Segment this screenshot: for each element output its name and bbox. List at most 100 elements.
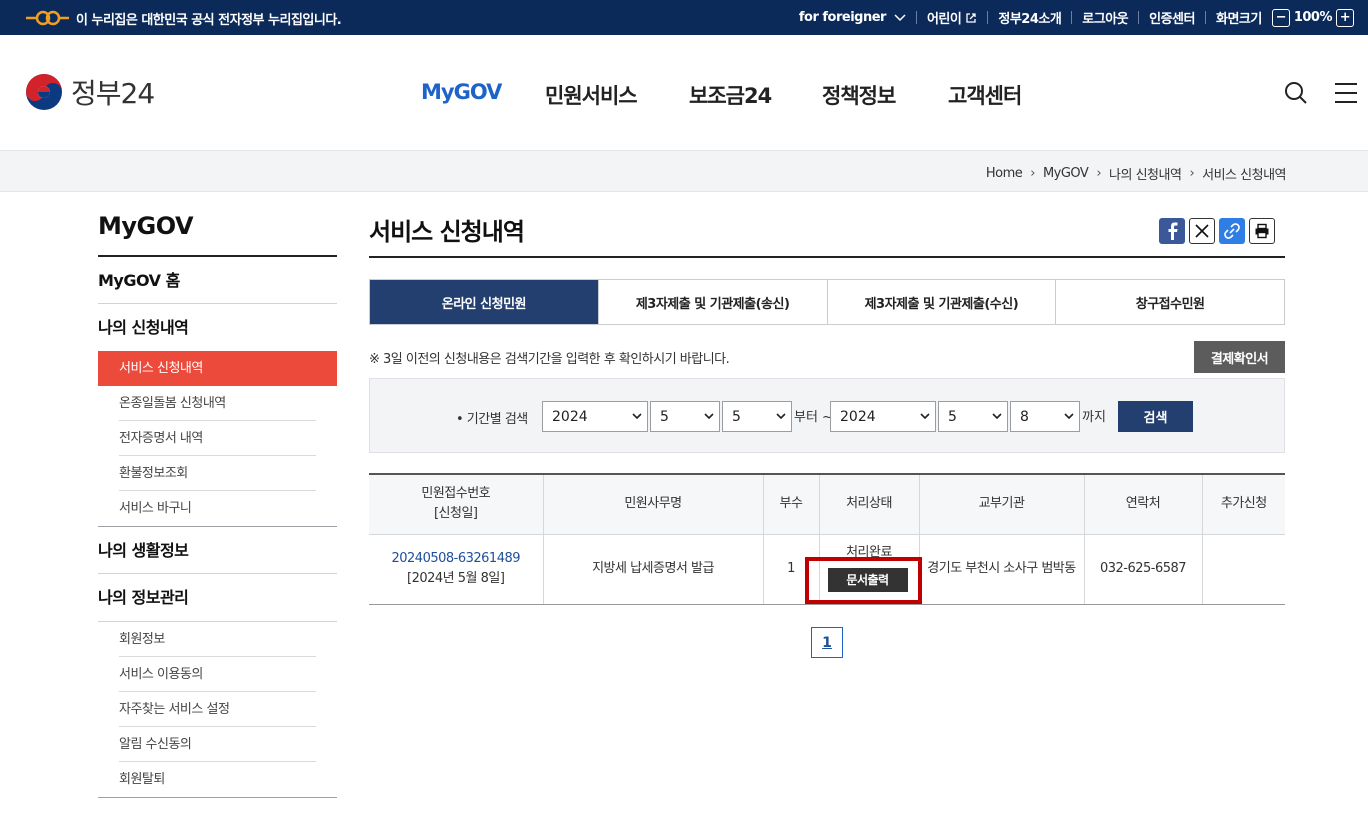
- chevron-down-icon: [776, 413, 786, 420]
- from-year-select[interactable]: 2024: [542, 401, 648, 432]
- search-button[interactable]: 검색: [1118, 401, 1193, 432]
- table-header-row: 민원접수번호 [신청일] 민원사무명 부수 처리상태 교부기관 연락처 추가신청: [369, 474, 1285, 535]
- nav-policy-info[interactable]: 정책정보: [822, 80, 896, 110]
- external-link-icon: [966, 12, 977, 23]
- chevron-down-icon: [894, 13, 906, 21]
- zoom-in-button[interactable]: +: [1336, 8, 1354, 27]
- crumb-service-applications[interactable]: 서비스 신청내역: [1202, 164, 1286, 183]
- site-header: 정부24 MyGOV 민원서비스 보조금24 정책정보 고객센터: [0, 35, 1368, 150]
- sidebar-item-notification-consent[interactable]: 알림 수신동의: [98, 727, 337, 762]
- from-day-value: 5: [732, 408, 741, 425]
- about-gov24-link[interactable]: 정부24소개: [988, 8, 1071, 27]
- application-date: [2024년 5월 8일]: [407, 571, 505, 586]
- sidebar-item-service-applications[interactable]: 서비스 신청내역: [98, 351, 337, 386]
- nav-customer-center[interactable]: 고객센터: [948, 80, 1022, 110]
- status-cell: 처리완료 문서출력: [804, 534, 922, 605]
- breadcrumb: Home › MyGOV › 나의 신청내역 › 서비스 신청내역: [986, 164, 1287, 183]
- col-extra: 추가신청: [1201, 474, 1285, 535]
- sidebar-item-service-consent[interactable]: 서비스 이용동의: [98, 657, 337, 692]
- to-month-select[interactable]: 5: [938, 401, 1008, 432]
- sidebar-group-life-info[interactable]: 나의 생활정보: [98, 527, 337, 574]
- search-icon[interactable]: [1283, 80, 1309, 106]
- sidebar-item-refund-info[interactable]: 환불정보조회: [98, 456, 337, 491]
- col-status: 처리상태: [818, 474, 919, 535]
- chevron-right-icon: ›: [1189, 166, 1195, 181]
- gov-notice: 이 누리집은 대한민국 공식 전자정부 누리집입니다.: [76, 13, 342, 28]
- share-buttons: [1159, 218, 1275, 244]
- period-search-label: • 기간별 검색: [456, 412, 528, 427]
- for-foreigner-label: for foreigner: [798, 10, 887, 25]
- nav-mygov[interactable]: MyGOV: [421, 80, 502, 104]
- period-search-box: • 기간별 검색 2024 5 5 부터 ~ 2024 5 8 까지 검색: [369, 378, 1285, 453]
- main-nav: MyGOV 민원서비스 보조금24 정책정보 고객센터: [0, 80, 1368, 110]
- nav-civil-services[interactable]: 민원서비스: [545, 80, 638, 110]
- crumb-home[interactable]: Home: [986, 166, 1023, 181]
- sidebar-group-info-management[interactable]: 나의 정보관리: [98, 574, 337, 621]
- col-contact: 연락처: [1083, 474, 1202, 535]
- sidebar-item-favorite-services[interactable]: 자주찾는 서비스 설정: [98, 692, 337, 727]
- sidebar: MyGOV MyGOV 홈 나의 신청내역 서비스 신청내역 온종일돌봄 신청내…: [98, 212, 337, 798]
- sidebar-item-allday-care[interactable]: 온종일돌봄 신청내역: [98, 386, 337, 421]
- sidebar-item-e-certificates[interactable]: 전자증명서 내역: [98, 421, 337, 456]
- logout-link[interactable]: 로그아웃: [1072, 8, 1138, 27]
- col-agency: 교부기관: [918, 474, 1084, 535]
- tab-counter-applications[interactable]: 창구접수민원: [1055, 280, 1284, 324]
- chevron-down-icon: [704, 413, 714, 420]
- facebook-icon[interactable]: [1159, 218, 1185, 244]
- from-text: 부터 ~: [794, 410, 833, 425]
- zoom-level: 100%: [1293, 10, 1333, 25]
- table-row: 20240508-63261489 [2024년 5월 8일] 지방세 납세증명…: [369, 534, 1285, 605]
- crumb-my-applications[interactable]: 나의 신청내역: [1109, 164, 1182, 183]
- col-service-name: 민원사무명: [542, 474, 763, 535]
- x-icon[interactable]: [1189, 218, 1215, 244]
- print-icon[interactable]: [1249, 218, 1275, 244]
- sidebar-item-member-info[interactable]: 회원정보: [98, 622, 337, 657]
- page-title-bar: 서비스 신청내역: [369, 212, 1285, 258]
- to-month-value: 5: [948, 408, 957, 425]
- service-name-cell: 지방세 납세증명서 발급: [542, 534, 763, 605]
- to-year-select[interactable]: 2024: [830, 401, 936, 432]
- kids-link[interactable]: 어린이: [917, 8, 987, 27]
- payment-confirmation-button[interactable]: 결제확인서: [1194, 341, 1285, 373]
- extra-cell: [1201, 534, 1285, 605]
- link-copy-icon[interactable]: [1219, 218, 1245, 244]
- page-1-button[interactable]: 1: [811, 627, 843, 658]
- to-year-value: 2024: [840, 408, 876, 425]
- sidebar-group-my-applications[interactable]: 나의 신청내역: [98, 304, 337, 351]
- receipt-cell: 20240508-63261489 [2024년 5월 8일]: [369, 534, 543, 605]
- status-text: 처리완료: [846, 544, 892, 557]
- sidebar-submenu-applications: 서비스 신청내역 온종일돌봄 신청내역 전자증명서 내역 환불정보조회 서비스 …: [98, 351, 337, 527]
- sidebar-item-service-basket[interactable]: 서비스 바구니: [98, 491, 337, 526]
- chevron-right-icon: ›: [1030, 166, 1035, 181]
- chevron-down-icon: [1064, 413, 1074, 420]
- highlight-box: [804, 556, 922, 604]
- crumb-mygov[interactable]: MyGOV: [1043, 166, 1089, 181]
- sidebar-item-mygov-home[interactable]: MyGOV 홈: [98, 257, 337, 304]
- menu-icon[interactable]: [1333, 80, 1359, 106]
- for-foreigner-link[interactable]: for foreigner: [789, 10, 916, 25]
- sidebar-item-withdraw[interactable]: 회원탈퇴: [98, 762, 337, 797]
- col-date-label: [신청일]: [433, 506, 478, 522]
- to-day-select[interactable]: 8: [1010, 401, 1080, 432]
- from-year-value: 2024: [552, 408, 588, 425]
- application-tabs: 온라인 신청민원 제3자제출 및 기관제출(송신) 제3자제출 및 기관제출(수…: [369, 279, 1285, 325]
- from-month-select[interactable]: 5: [650, 401, 720, 432]
- tab-online-applications[interactable]: 온라인 신청민원: [370, 280, 598, 324]
- zoom-label: 화면크기: [1215, 12, 1262, 27]
- agency-cell: 경기도 부천시 소사구 범박동: [918, 534, 1084, 605]
- cert-center-link[interactable]: 인증센터: [1139, 8, 1205, 27]
- zoom-out-button[interactable]: −: [1271, 8, 1290, 27]
- chevron-down-icon: [632, 413, 642, 420]
- from-day-select[interactable]: 5: [722, 401, 792, 432]
- chevron-down-icon: [920, 413, 930, 420]
- to-day-value: 8: [1020, 408, 1029, 425]
- tab-third-party-sent[interactable]: 제3자제출 및 기관제출(송신): [597, 280, 827, 324]
- chevron-down-icon: [992, 413, 1002, 420]
- page-title: 서비스 신청내역: [369, 218, 525, 246]
- contact-cell: 032-625-6587: [1083, 534, 1202, 605]
- nav-subsidy24[interactable]: 보조금24: [689, 80, 772, 110]
- chevron-right-icon: ›: [1096, 166, 1102, 181]
- tab-third-party-received[interactable]: 제3자제출 및 기관제출(수신): [826, 280, 1056, 324]
- sidebar-title: MyGOV: [98, 212, 337, 257]
- receipt-number-link[interactable]: 20240508-63261489: [391, 551, 520, 566]
